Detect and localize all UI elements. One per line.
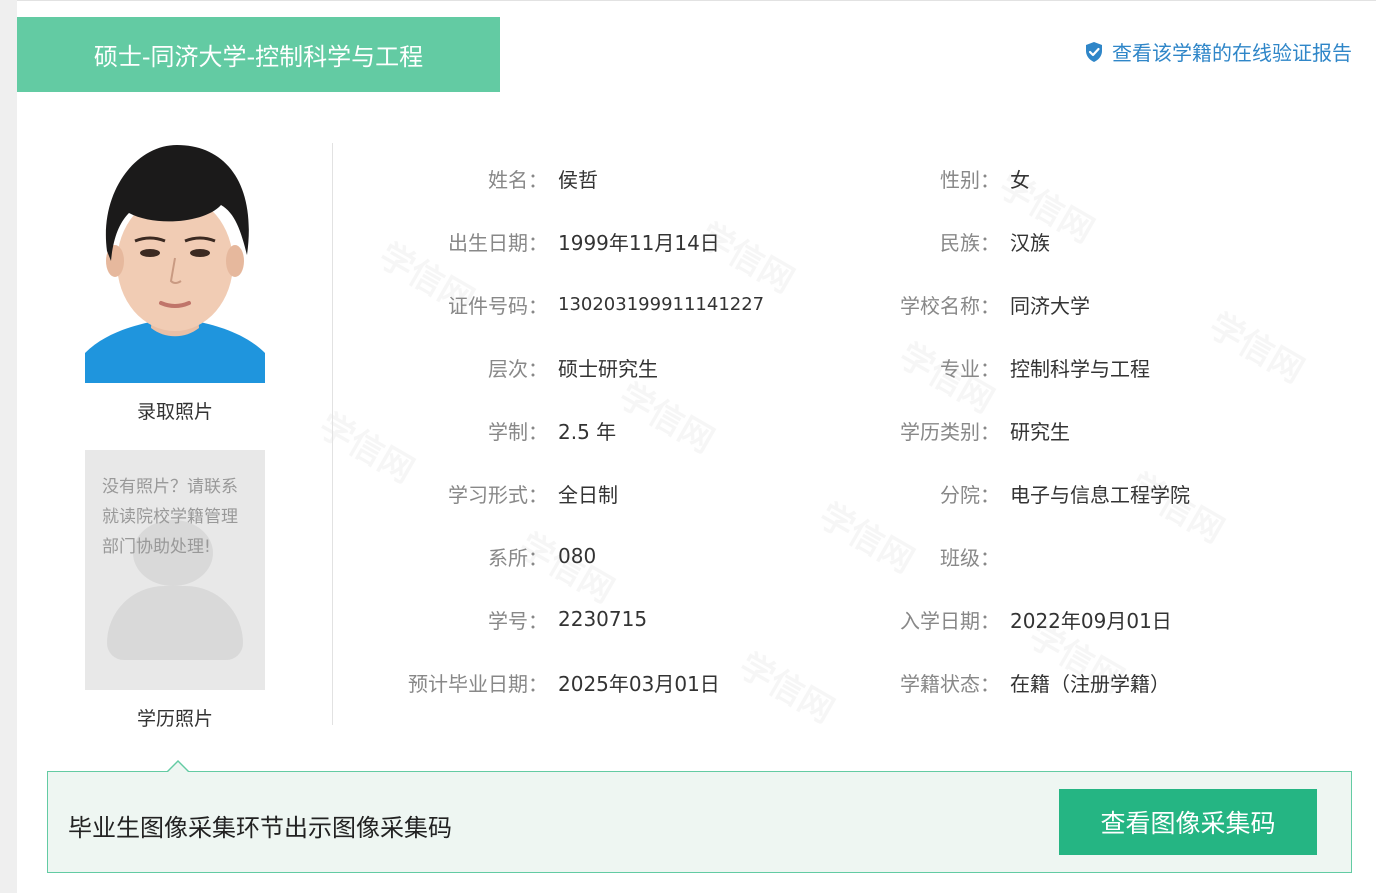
photo-column: 录取照片 没有照片？请联系就读院校学籍管理部门协助处理! 学历照片 [85,143,265,731]
watermark: 学信网 [1202,299,1315,392]
field-label: 分院： [940,482,1000,507]
field-label: 学籍状态： [900,671,1000,696]
portrait-image [85,143,265,383]
admission-photo [85,143,265,383]
field-student-number: 学号： 2230715 [377,604,647,634]
field-label: 层次： [488,356,548,381]
field-enrollment-status: 学籍状态： 在籍（注册学籍） [857,667,1170,697]
field-degree-type: 学历类别： 研究生 [857,415,1070,445]
field-value: 2230715 [558,607,648,631]
admission-photo-caption: 录取照片 [136,401,213,423]
verify-link-label: 查看该学籍的在线验证报告 [1112,41,1352,65]
field-class: 班级： [857,541,1010,571]
field-id-number: 证件号码： 130203199911141227 [377,289,764,319]
field-label: 系所： [488,545,548,570]
field-enrollment-date: 入学日期： 2022年09月01日 [857,604,1172,634]
field-value: 2.5 年 [558,419,617,444]
field-value: 控制科学与工程 [1010,356,1150,381]
field-value: 汉族 [1010,230,1050,255]
degree-photo-placeholder: 没有照片？请联系就读院校学籍管理部门协助处理! [85,450,265,690]
field-value: 2025年03月01日 [558,671,720,696]
field-label: 入学日期： [900,608,1000,633]
field-value: 侯哲 [558,167,598,192]
field-label: 出生日期： [448,230,548,255]
field-label: 学制： [488,419,548,444]
field-study-mode: 学习形式： 全日制 [377,478,618,508]
field-label: 学号： [488,608,548,633]
degree-photo-caption: 学历照片 [136,708,213,730]
field-label: 学习形式： [448,482,548,507]
field-label: 预计毕业日期： [408,671,548,696]
field-value: 全日制 [558,482,618,507]
field-level: 层次： 硕士研究生 [377,352,658,382]
no-photo-notice: 没有照片？请联系就读院校学籍管理部门协助处理! [102,477,238,557]
field-label: 姓名： [488,167,548,192]
shield-check-icon [1086,41,1102,62]
field-name: 姓名： 侯哲 [377,163,598,193]
field-birth-date: 出生日期： 1999年11月14日 [377,226,720,256]
field-label: 专业： [940,356,1000,381]
field-label: 班级： [940,545,1000,570]
watermark: 学信网 [732,639,845,732]
vertical-divider [332,143,333,725]
field-label: 性别： [940,167,1000,192]
field-value: 130203199911141227 [558,293,765,315]
watermark: 学信网 [612,369,725,462]
field-value: 1999年11月14日 [558,230,720,255]
verify-report-link[interactable]: 查看该学籍的在线验证报告 [1084,37,1352,66]
field-department: 系所： 080 [377,541,596,571]
field-ethnicity: 民族： 汉族 [857,226,1050,256]
field-label: 学历类别： [900,419,1000,444]
view-capture-code-button[interactable]: 查看图像采集码 [1059,789,1317,855]
field-value: 080 [558,544,597,568]
field-value: 研究生 [1010,419,1070,444]
degree-title-tab: 硕士-同济大学-控制科学与工程 [17,17,500,92]
field-expected-graduation: 预计毕业日期： 2025年03月01日 [377,667,720,697]
field-duration: 学制： 2.5 年 [377,415,616,445]
field-value: 2022年09月01日 [1010,608,1172,633]
field-value: 硕士研究生 [558,356,658,381]
field-label: 民族： [940,230,1000,255]
field-major: 专业： 控制科学与工程 [857,352,1150,382]
field-value: 在籍（注册学籍） [1010,671,1170,696]
field-label: 证件号码： [448,293,548,318]
field-value: 女 [1010,167,1030,192]
field-college: 分院： 电子与信息工程学院 [857,478,1190,508]
field-value: 同济大学 [1010,293,1090,318]
field-value: 电子与信息工程学院 [1010,482,1190,507]
field-school-name: 学校名称： 同济大学 [857,289,1090,319]
degree-title: 硕士-同济大学-控制科学与工程 [93,43,424,71]
image-capture-notice: 毕业生图像采集环节出示图像采集码 [68,814,452,842]
image-capture-notice-box: 毕业生图像采集环节出示图像采集码 查看图像采集码 [47,760,1352,873]
field-label: 学校名称： [900,293,1000,318]
field-gender: 性别： 女 [857,163,1030,193]
student-record-card: 学信网 学信网 学信网 学信网 学信网 学信网 学信网 学信网 学信网 学信网 … [17,0,1376,893]
